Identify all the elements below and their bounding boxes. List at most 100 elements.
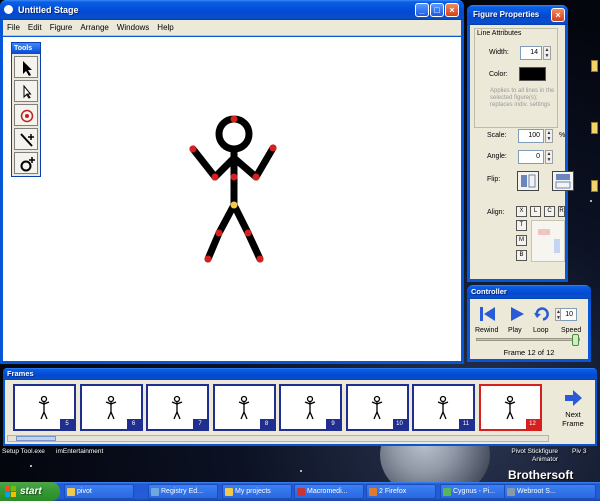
align-middle-button[interactable]: M bbox=[516, 235, 527, 246]
desktop-label[interactable]: Piv 3 bbox=[572, 448, 586, 456]
scale-spin-button[interactable]: ▲ ▼ bbox=[545, 129, 553, 143]
joint-handle[interactable] bbox=[256, 255, 264, 263]
rewind-icon[interactable] bbox=[479, 305, 497, 323]
figure-head[interactable] bbox=[215, 115, 253, 153]
taskbar-button[interactable]: Cygnus - Pi... bbox=[440, 484, 510, 499]
frames-scrollbar-thumb[interactable] bbox=[16, 436, 56, 441]
play-label[interactable]: Play bbox=[508, 327, 522, 334]
joint-handle[interactable] bbox=[252, 173, 260, 181]
loop-icon[interactable] bbox=[533, 305, 551, 323]
angle-spinbox[interactable]: 0 bbox=[518, 150, 544, 164]
taskbar-button[interactable]: pivot bbox=[64, 484, 134, 499]
origin-target-icon bbox=[20, 109, 34, 123]
figure-forearm-left[interactable] bbox=[189, 145, 219, 181]
joint-handle[interactable] bbox=[189, 145, 197, 153]
add-circle-tool-button[interactable] bbox=[14, 152, 38, 174]
play-icon[interactable] bbox=[508, 305, 526, 323]
loop-label[interactable]: Loop bbox=[533, 327, 549, 334]
stage-title-bar[interactable]: Untitled Stage bbox=[0, 0, 464, 20]
scale-spinbox[interactable]: 100 bbox=[518, 129, 544, 143]
joint-handle[interactable] bbox=[204, 255, 212, 263]
taskbar-button[interactable]: Registry Ed... bbox=[148, 484, 218, 499]
frame-thumbnail[interactable]: 5 bbox=[13, 384, 76, 431]
figure-thigh-left[interactable] bbox=[215, 201, 238, 237]
frames-panel: Frames 5 6 7 8 9 10 11 12 Next Frame bbox=[3, 368, 597, 446]
align-center-button[interactable]: C bbox=[544, 206, 555, 217]
joint-handle[interactable] bbox=[269, 144, 277, 152]
point-select-tool-button[interactable] bbox=[14, 80, 38, 102]
tools-title[interactable]: Tools bbox=[12, 43, 40, 54]
menu-file[interactable]: File bbox=[3, 20, 24, 36]
figure-thigh-right[interactable] bbox=[230, 201, 252, 237]
frames-title-bar[interactable]: Frames bbox=[3, 368, 597, 380]
desktop-folder-icon[interactable] bbox=[591, 180, 598, 192]
align-right-button[interactable]: R bbox=[558, 206, 565, 217]
desktop-label[interactable]: imEntertainment bbox=[56, 448, 103, 456]
menu-edit[interactable]: Edit bbox=[24, 20, 46, 36]
desktop-label[interactable]: Pivot Stickfigure bbox=[488, 448, 558, 456]
properties-close-button[interactable]: × bbox=[551, 8, 565, 22]
frame-thumbnail[interactable]: 11 bbox=[412, 384, 475, 431]
desktop-star bbox=[300, 470, 302, 472]
frame-thumbnail[interactable]: 8 bbox=[212, 384, 276, 431]
align-top-button[interactable]: T bbox=[516, 220, 527, 231]
figure-shin-right[interactable] bbox=[244, 229, 264, 263]
desktop-label[interactable]: Animator bbox=[488, 456, 558, 464]
frame-slider-thumb[interactable] bbox=[572, 334, 579, 346]
figure-forearm-right[interactable] bbox=[252, 144, 277, 181]
frames-scrollbar[interactable] bbox=[7, 435, 549, 442]
maximize-button[interactable]: □ bbox=[430, 3, 444, 17]
desktop-folder-icon[interactable] bbox=[591, 60, 598, 72]
speed-spin-button[interactable]: ▲ ▼ bbox=[555, 308, 561, 321]
start-button[interactable]: start bbox=[0, 482, 60, 501]
stage-canvas[interactable] bbox=[3, 37, 461, 361]
add-circle-icon bbox=[20, 157, 35, 172]
joint-handle[interactable] bbox=[211, 173, 219, 181]
width-spin-button[interactable]: ▲ ▼ bbox=[543, 46, 551, 60]
speed-label[interactable]: Speed bbox=[561, 327, 581, 334]
frame-thumbnail[interactable]: 7 bbox=[146, 384, 209, 431]
origin-joint-handle[interactable] bbox=[230, 201, 238, 209]
menu-arrange[interactable]: Arrange bbox=[76, 20, 112, 36]
desktop-label[interactable]: Setup Tool.exe bbox=[2, 448, 45, 456]
speed-spinbox[interactable]: 10 bbox=[560, 308, 577, 321]
figure-shin-left[interactable] bbox=[204, 229, 223, 263]
close-button[interactable]: × bbox=[445, 3, 459, 17]
frame-slider-track[interactable] bbox=[476, 334, 580, 346]
stick-figure[interactable] bbox=[3, 37, 461, 361]
angle-spin-button[interactable]: ▲ ▼ bbox=[545, 150, 553, 164]
align-bottom-button[interactable]: B bbox=[516, 250, 527, 261]
tools-palette: Tools bbox=[11, 42, 41, 177]
joint-handle[interactable] bbox=[215, 229, 223, 237]
flip-horizontal-button[interactable] bbox=[517, 171, 539, 191]
joint-handle[interactable] bbox=[230, 173, 238, 181]
line-color-swatch[interactable] bbox=[519, 67, 546, 81]
frame-number: 8 bbox=[259, 419, 274, 429]
frame-thumbnail[interactable]: 10 bbox=[345, 384, 409, 431]
next-frame-button[interactable]: Next Frame bbox=[555, 388, 591, 436]
align-x-button[interactable]: X bbox=[516, 206, 527, 217]
frame-thumbnail[interactable]: 12 bbox=[478, 384, 542, 431]
joint-handle[interactable] bbox=[244, 229, 252, 237]
flip-vertical-button[interactable] bbox=[552, 171, 574, 191]
width-spinbox[interactable]: 14 bbox=[520, 46, 542, 60]
taskbar-button[interactable]: Macromedi... bbox=[294, 484, 364, 499]
align-left-button[interactable]: L bbox=[530, 206, 541, 217]
menu-windows[interactable]: Windows bbox=[113, 20, 153, 36]
menu-help[interactable]: Help bbox=[153, 20, 177, 36]
taskbar-button[interactable]: My projects bbox=[222, 484, 292, 499]
select-tool-button[interactable] bbox=[14, 56, 38, 78]
desktop-folder-icon[interactable] bbox=[591, 122, 598, 134]
origin-tool-button[interactable] bbox=[14, 104, 38, 126]
taskbar-button[interactable]: 2 Firefox bbox=[366, 484, 436, 499]
frame-thumbnail[interactable]: 9 bbox=[279, 384, 342, 431]
frame-thumbnail[interactable]: 6 bbox=[79, 384, 143, 431]
menu-figure[interactable]: Figure bbox=[46, 20, 77, 36]
controller-title-bar[interactable]: Controller bbox=[467, 285, 591, 299]
frame-number: 11 bbox=[459, 419, 473, 429]
minimize-button[interactable]: _ bbox=[415, 3, 429, 17]
joint-handle[interactable] bbox=[230, 115, 238, 123]
rewind-label[interactable]: Rewind bbox=[475, 327, 498, 334]
taskbar-button[interactable]: Webroot S... bbox=[504, 484, 596, 499]
add-line-tool-button[interactable] bbox=[14, 128, 38, 150]
